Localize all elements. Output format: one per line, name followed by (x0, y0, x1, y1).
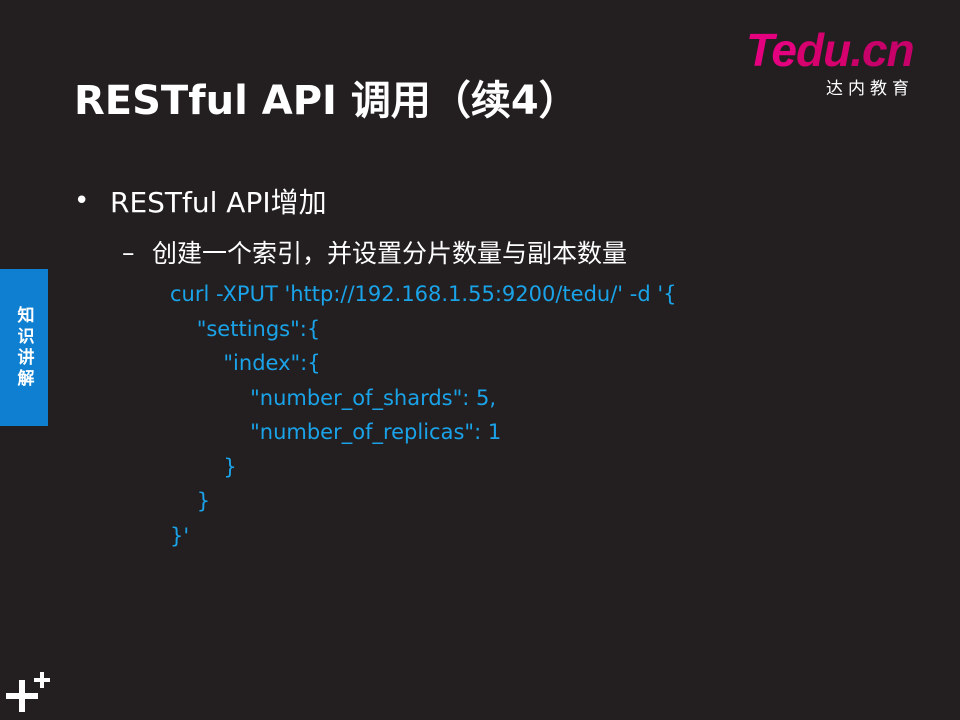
code-line: "settings":{ (170, 316, 321, 341)
bullet-dash-icon: – (122, 237, 135, 267)
slide-title: RESTful API 调用（续4） (74, 78, 579, 124)
logo-brand-part2: du (795, 24, 851, 76)
logo-brand: Tedu.cn (746, 24, 915, 76)
plus-plus-icon (6, 672, 50, 712)
bullet-dot-icon: • (74, 186, 90, 216)
side-tab-knowledge: 知识讲解 (0, 269, 48, 426)
code-line: } (170, 454, 237, 479)
bullet-level2: – 创建一个索引，并设置分片数量与副本数量 (122, 234, 627, 270)
tedu-logo: Tedu.cn 达内教育 (746, 24, 936, 99)
bullet-level2-text: 创建一个索引，并设置分片数量与副本数量 (152, 239, 628, 268)
bullet-level1: • RESTful API增加 (74, 181, 327, 221)
bullet-level1-text: RESTful API增加 (110, 186, 327, 219)
logo-brand-part1: Te (746, 24, 797, 76)
code-line: curl -XPUT 'http://192.168.1.55:9200/ted… (170, 282, 677, 306)
side-tab-label: 知识讲解 (13, 305, 34, 390)
code-line: } (170, 489, 211, 513)
code-block: curl -XPUT 'http://192.168.1.55:9200/ted… (170, 277, 676, 553)
code-line: "number_of_shards": 5, (170, 385, 497, 410)
logo-subtitle: 达内教育 (826, 79, 914, 99)
code-line: "index":{ (170, 351, 321, 375)
logo-brand-part3: .cn (850, 24, 914, 76)
code-line: }' (170, 523, 190, 548)
code-line: "number_of_replicas": 1 (170, 420, 502, 444)
